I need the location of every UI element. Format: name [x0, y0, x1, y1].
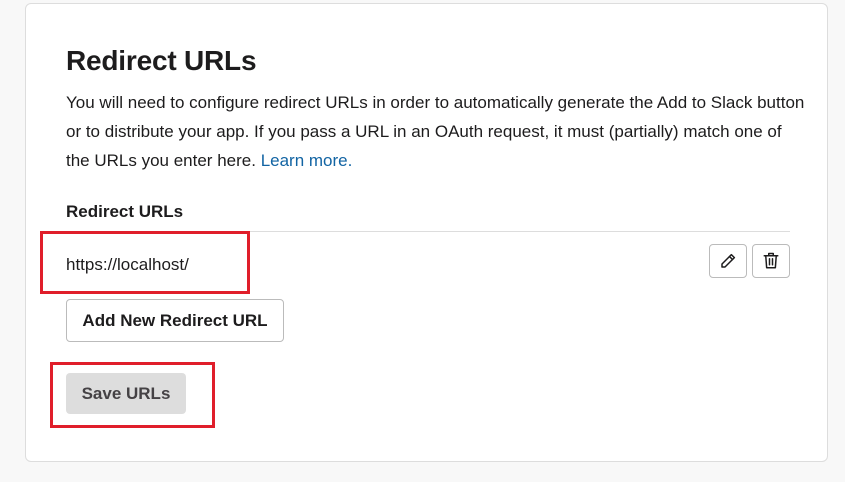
- divider: [66, 231, 790, 232]
- pencil-icon: [719, 252, 737, 270]
- add-new-redirect-url-button[interactable]: Add New Redirect URL: [66, 299, 284, 342]
- section-description: You will need to configure redirect URLs…: [66, 88, 806, 175]
- redirect-urls-card: Redirect URLs You will need to configure…: [25, 3, 828, 462]
- edit-url-button[interactable]: [709, 244, 747, 278]
- trash-icon: [762, 251, 780, 271]
- description-text: You will need to configure redirect URLs…: [66, 93, 805, 170]
- save-urls-button[interactable]: Save URLs: [66, 373, 186, 414]
- redirect-urls-label: Redirect URLs: [66, 202, 184, 221]
- delete-url-button[interactable]: [752, 244, 790, 278]
- redirect-url-value: https://localhost/: [66, 255, 189, 274]
- section-title: Redirect URLs: [66, 45, 257, 76]
- learn-more-link[interactable]: Learn more.: [261, 151, 353, 170]
